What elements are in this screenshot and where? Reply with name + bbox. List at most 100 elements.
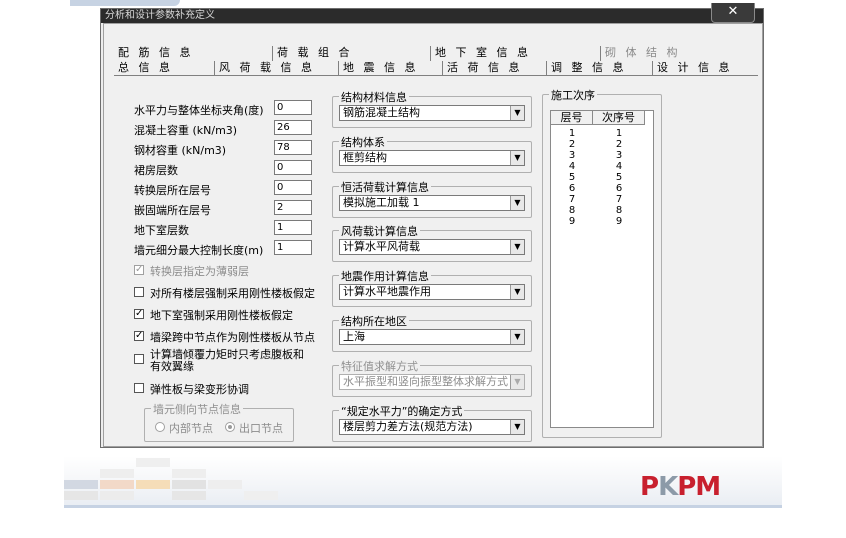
sequence-cell-floor[interactable]: 7: [562, 195, 582, 205]
concrete-density-input[interactable]: 26: [274, 120, 312, 135]
tab-live-load[interactable]: 活 荷 信 息: [442, 61, 546, 76]
sequence-cell-order[interactable]: 6: [609, 184, 629, 194]
column-header-floor[interactable]: 层号: [551, 111, 593, 125]
exit-node-radio: [225, 422, 235, 432]
sequence-cell-floor[interactable]: 3: [562, 151, 582, 161]
overturning-moment-checkbox[interactable]: [134, 354, 144, 364]
steel-density-input[interactable]: 78: [274, 140, 312, 155]
wall-node-group: 墙元侧向节点信息 内部节点 出口节点: [144, 401, 294, 442]
seismic-calc-group: 地震作用计算信息 计算水平地震作用 ▼: [332, 268, 532, 307]
eigen-solver-select-value: 水平振型和竖向振型整体求解方式: [343, 375, 508, 388]
sequence-cell-floor[interactable]: 4: [562, 162, 582, 172]
tab-general[interactable]: 总 信 息: [114, 61, 214, 76]
sequence-cell-floor[interactable]: 8: [562, 206, 582, 216]
elastic-slab-checkbox[interactable]: [134, 383, 144, 393]
wall-mesh-length-input[interactable]: 1: [274, 240, 312, 255]
chevron-down-icon[interactable]: ▼: [510, 240, 524, 254]
region-group-title: 结构所在地区: [339, 313, 409, 329]
field-label-basement-floors: 地下室层数: [134, 224, 189, 237]
sequence-cell-order[interactable]: 2: [609, 140, 629, 150]
region-select-value: 上海: [343, 330, 365, 343]
horizontal-force-method-select-value: 楼层剪力差方法(规范方法): [343, 420, 473, 433]
transfer-weak-checkbox: ✓: [134, 264, 144, 275]
field-label-concrete-density: 混凝土容重 (kN/m3): [134, 124, 238, 137]
sequence-cell-floor[interactable]: 6: [562, 184, 582, 194]
field-label-podium-floors: 裙房层数: [134, 164, 178, 177]
structure-system-group-title: 结构体系: [339, 134, 387, 150]
decorative-tiles: [64, 458, 294, 504]
tab-seismic[interactable]: 地 震 信 息: [338, 61, 442, 76]
sequence-cell-floor[interactable]: 9: [562, 217, 582, 227]
chevron-down-icon[interactable]: ▼: [510, 330, 524, 344]
sequence-cell-order[interactable]: 7: [609, 195, 629, 205]
wind-load-calc-group: 风荷载计算信息 计算水平风荷载 ▼: [332, 223, 532, 262]
podium-floors-input[interactable]: 0: [274, 160, 312, 175]
top-accent: [70, 0, 180, 6]
horizontal-force-method-select[interactable]: 楼层剪力差方法(规范方法) ▼: [339, 419, 525, 435]
inner-node-radio: [155, 422, 165, 432]
structure-system-select[interactable]: 框剪结构 ▼: [339, 150, 525, 166]
sequence-cell-order[interactable]: 3: [609, 151, 629, 161]
field-label-transfer-floor: 转换层所在层号: [134, 184, 211, 197]
material-group: 结构材料信息 钢筋混凝土结构 ▼: [332, 89, 532, 128]
material-select[interactable]: 钢筋混凝土结构 ▼: [339, 105, 525, 121]
tab-masonry: 砌 体 结 构: [600, 46, 758, 61]
field-label-steel-density: 钢材容重 (kN/m3): [134, 144, 227, 157]
tab-row-1: 配 筋 信 息 荷 载 组 合 地 下 室 信 息 砌 体 结 构: [114, 46, 758, 61]
wind-load-calc-select[interactable]: 计算水平风荷载 ▼: [339, 239, 525, 255]
embedded-floor-input[interactable]: 2: [274, 200, 312, 215]
wind-load-calc-select-value: 计算水平风荷载: [343, 240, 420, 253]
dialog-window: 分析和设计参数补充定义 ✕ 配 筋 信 息 荷 载 组 合 地 下 室 信 息 …: [100, 3, 764, 448]
basement-floors-input[interactable]: 1: [274, 220, 312, 235]
sequence-cell-order[interactable]: 1: [609, 129, 629, 139]
tab-adjustment[interactable]: 调 整 信 息: [546, 61, 652, 76]
elastic-slab-label: 弹性板与梁变形协调: [150, 383, 249, 396]
column-header-sequence[interactable]: 次序号: [593, 111, 645, 125]
tab-row-2: 总 信 息 风 荷 载 信 息 地 震 信 息 活 荷 信 息 调 整 信 息 …: [114, 61, 758, 76]
dialog-body: 配 筋 信 息 荷 载 组 合 地 下 室 信 息 砌 体 结 构 总 信 息 …: [103, 23, 763, 447]
construction-sequence-title: 施工次序: [549, 87, 597, 103]
title-bar[interactable]: 分析和设计参数补充定义 ✕: [101, 3, 763, 23]
chevron-down-icon[interactable]: ▼: [510, 420, 524, 434]
tab-design[interactable]: 设 计 信 息: [652, 61, 758, 76]
structure-system-select-value: 框剪结构: [343, 151, 387, 164]
basement-rigid-floor-checkbox[interactable]: ✓: [134, 309, 144, 319]
seismic-calc-select-value: 计算水平地震作用: [343, 285, 431, 298]
material-select-value: 钢筋混凝土结构: [343, 106, 420, 119]
eigen-solver-group-title: 特征值求解方式: [339, 358, 420, 374]
chevron-down-icon[interactable]: ▼: [510, 106, 524, 120]
seismic-calc-group-title: 地震作用计算信息: [339, 268, 431, 284]
chevron-down-icon: ▼: [510, 375, 524, 389]
dead-live-load-select-value: 模拟施工加载 1: [343, 196, 420, 209]
tab-basement[interactable]: 地 下 室 信 息: [430, 46, 600, 61]
sequence-cell-order[interactable]: 4: [609, 162, 629, 172]
construction-sequence-table[interactable]: 层号 次序号 112233445566778899: [550, 110, 654, 428]
tab-reinforcement[interactable]: 配 筋 信 息: [114, 46, 272, 61]
tab-load-combination[interactable]: 荷 载 组 合: [272, 46, 430, 61]
tab-wind-load[interactable]: 风 荷 载 信 息: [214, 61, 338, 76]
sequence-cell-order[interactable]: 9: [609, 217, 629, 227]
transfer-floor-input[interactable]: 0: [274, 180, 312, 195]
close-button[interactable]: ✕: [711, 3, 755, 23]
sequence-cell-order[interactable]: 8: [609, 206, 629, 216]
overturning-moment-label-2: 有效翼缘: [150, 360, 194, 373]
sequence-cell-floor[interactable]: 5: [562, 173, 582, 183]
wall-beam-node-label: 墙梁跨中节点作为刚性楼板从节点: [150, 331, 315, 344]
wall-beam-node-checkbox[interactable]: ✓: [134, 331, 144, 341]
transfer-weak-label: 转换层指定为薄弱层: [150, 265, 249, 278]
dead-live-load-group: 恒活荷载计算信息 模拟施工加载 1 ▼: [332, 179, 532, 218]
pkpm-logo: PKPM: [640, 472, 721, 502]
horizontal-angle-input[interactable]: 0: [274, 100, 312, 115]
inner-node-label: 内部节点: [169, 422, 213, 435]
chevron-down-icon[interactable]: ▼: [510, 196, 524, 210]
seismic-calc-select[interactable]: 计算水平地震作用 ▼: [339, 284, 525, 300]
sequence-cell-floor[interactable]: 2: [562, 140, 582, 150]
dead-live-load-select[interactable]: 模拟施工加载 1 ▼: [339, 195, 525, 211]
chevron-down-icon[interactable]: ▼: [510, 285, 524, 299]
sequence-cell-order[interactable]: 5: [609, 173, 629, 183]
dead-live-load-group-title: 恒活荷载计算信息: [339, 179, 431, 195]
region-select[interactable]: 上海 ▼: [339, 329, 525, 345]
sequence-cell-floor[interactable]: 1: [562, 129, 582, 139]
chevron-down-icon[interactable]: ▼: [510, 151, 524, 165]
all-rigid-floor-checkbox[interactable]: [134, 287, 144, 297]
